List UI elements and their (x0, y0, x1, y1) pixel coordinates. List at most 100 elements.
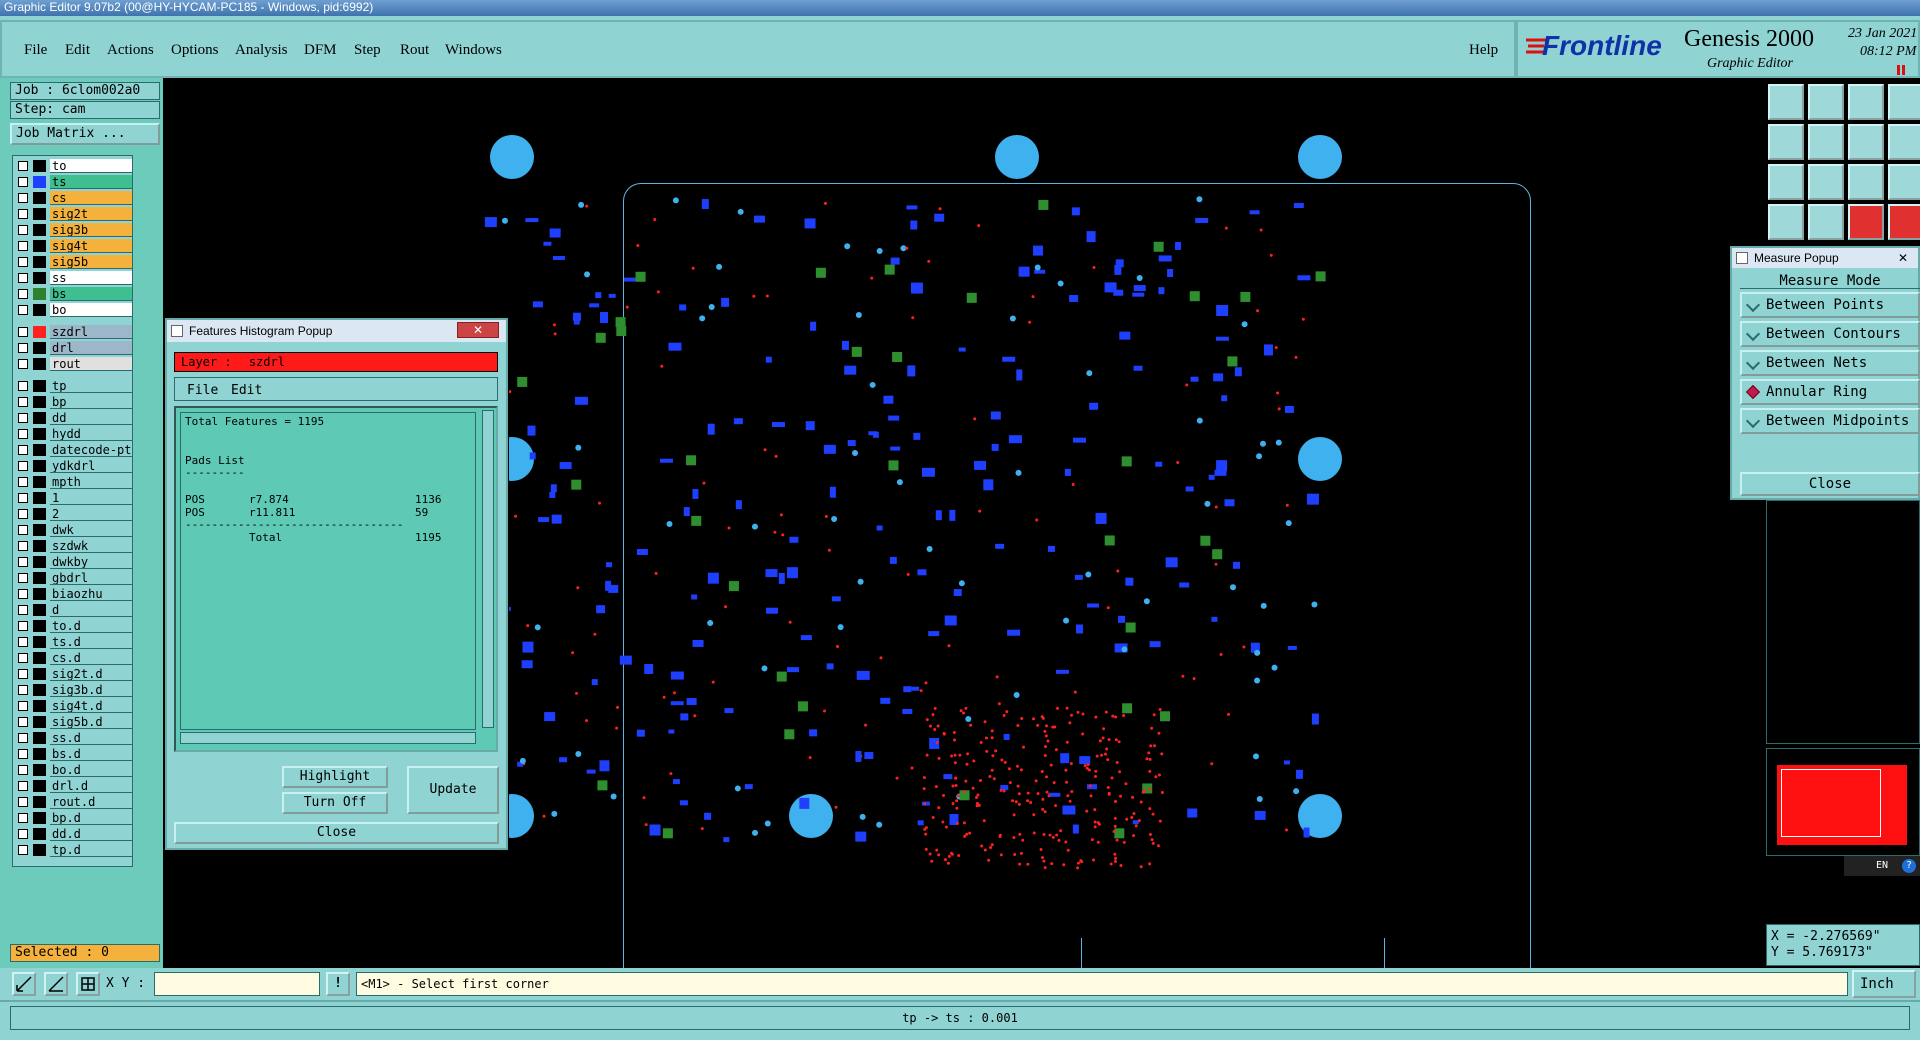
home-icon[interactable] (1848, 84, 1884, 120)
layer-name[interactable]: d (50, 603, 132, 617)
layer-name[interactable]: sig5b.d (50, 715, 132, 729)
zoom-in-icon[interactable] (1888, 124, 1920, 160)
layer-row-datecode-pte[interactable]: datecode-pte (13, 442, 134, 458)
measure-option[interactable]: Between Contours (1740, 321, 1920, 347)
layer-name[interactable]: hydd (50, 427, 132, 441)
layer-name[interactable]: ydkdrl (50, 459, 132, 473)
layer-color-swatch[interactable] (33, 476, 46, 488)
layer-color-swatch[interactable] (33, 240, 46, 252)
layer-checkbox[interactable] (18, 273, 28, 283)
layer-row-bo-d[interactable]: bo.d (13, 762, 134, 778)
layer-row-dd-d[interactable]: dd.d (13, 826, 134, 842)
layer-name[interactable]: bp.d (50, 811, 132, 825)
layer-checkbox[interactable] (18, 525, 28, 535)
layer-name[interactable]: sig2t (50, 207, 132, 221)
layer-checkbox[interactable] (18, 343, 28, 353)
layer-color-swatch[interactable] (33, 176, 46, 188)
zoom-center-icon[interactable] (1808, 164, 1844, 200)
layer-checkbox[interactable] (18, 829, 28, 839)
menu-help[interactable]: Help (1469, 42, 1498, 59)
layer-checkbox[interactable] (18, 327, 28, 337)
layer-color-swatch[interactable] (33, 192, 46, 204)
layer-row-ts[interactable]: ts (13, 174, 134, 190)
highlight-button[interactable]: Highlight (282, 766, 388, 788)
layer-color-swatch[interactable] (33, 412, 46, 424)
layer-row-bs-d[interactable]: bs.d (13, 746, 134, 762)
layer-color-swatch[interactable] (33, 540, 46, 552)
layer-color-swatch[interactable] (33, 524, 46, 536)
layer-color-swatch[interactable] (33, 272, 46, 284)
layer-checkbox[interactable] (18, 209, 28, 219)
layer-name[interactable]: 1 (50, 491, 132, 505)
layer-checkbox[interactable] (18, 289, 28, 299)
warning-icon[interactable]: ! (326, 972, 350, 996)
layer-checkbox[interactable] (18, 573, 28, 583)
layer-name[interactable]: tp.d (50, 843, 132, 857)
measure-option[interactable]: Annular Ring (1740, 379, 1920, 405)
layer-checkbox[interactable] (18, 461, 28, 471)
layer-color-swatch[interactable] (33, 828, 46, 840)
menu-step[interactable]: Step (354, 42, 381, 59)
layer-checkbox[interactable] (18, 701, 28, 711)
layer-row-rout-d[interactable]: rout.d (13, 794, 134, 810)
layer-color-swatch[interactable] (33, 668, 46, 680)
layer-row-ss[interactable]: ss (13, 270, 134, 286)
layer-color-swatch[interactable] (33, 652, 46, 664)
layer-name[interactable]: bo.d (50, 763, 132, 777)
layer-color-swatch[interactable] (33, 716, 46, 728)
layer-name[interactable]: dd (50, 411, 132, 425)
layer-color-swatch[interactable] (33, 342, 46, 354)
language-indicator[interactable]: EN ? (1844, 856, 1920, 876)
layer-name[interactable]: rout.d (50, 795, 132, 809)
menu-windows[interactable]: Windows (445, 42, 502, 59)
layer-row-to-d[interactable]: to.d (13, 618, 134, 634)
grid-display-icon[interactable] (1808, 204, 1844, 240)
layer-name[interactable]: ts.d (50, 635, 132, 649)
layer-name[interactable]: dd.d (50, 827, 132, 841)
menu-dfm[interactable]: DFM (304, 42, 337, 59)
layer-color-swatch[interactable] (33, 684, 46, 696)
layer-row-cs-d[interactable]: cs.d (13, 650, 134, 666)
layer-name[interactable]: drl (50, 341, 132, 355)
pan-right-icon[interactable] (1808, 124, 1844, 160)
close-icon[interactable]: ✕ (457, 322, 499, 338)
layer-checkbox[interactable] (18, 359, 28, 369)
xy-input[interactable] (154, 972, 320, 996)
redraw-icon[interactable] (1848, 124, 1884, 160)
layer-row-sig4t[interactable]: sig4t (13, 238, 134, 254)
layer-name[interactable]: to (50, 159, 132, 173)
layer-checkbox[interactable] (18, 381, 28, 391)
layer-color-swatch[interactable] (33, 796, 46, 808)
layer-color-swatch[interactable] (33, 326, 46, 338)
job-matrix-button[interactable]: Job Matrix ... (10, 123, 160, 145)
layer-color-swatch[interactable] (33, 764, 46, 776)
layer-color-swatch[interactable] (33, 224, 46, 236)
close-icon[interactable]: ✕ (1898, 248, 1908, 268)
layer-color-swatch[interactable] (33, 508, 46, 520)
layer-color-swatch[interactable] (33, 396, 46, 408)
turn-off-button[interactable]: Turn Off (282, 792, 388, 814)
help-icon[interactable]: ? (1902, 859, 1916, 873)
layer-row-dwkby[interactable]: dwkby (13, 554, 134, 570)
layer-checkbox[interactable] (18, 193, 28, 203)
layer-row-cs[interactable]: cs (13, 190, 134, 206)
layer-color-swatch[interactable] (33, 288, 46, 300)
layer-row-sig4t-d[interactable]: sig4t.d (13, 698, 134, 714)
net-highlight-icon[interactable] (1848, 204, 1884, 240)
measure-option[interactable]: Between Nets (1740, 350, 1920, 376)
layer-color-swatch[interactable] (33, 604, 46, 616)
layer-checkbox[interactable] (18, 733, 28, 743)
layer-name[interactable]: sig4t.d (50, 699, 132, 713)
menu-analysis[interactable]: Analysis (235, 42, 288, 59)
layer-color-swatch[interactable] (33, 556, 46, 568)
layer-row-bp-d[interactable]: bp.d (13, 810, 134, 826)
layer-color-swatch[interactable] (33, 492, 46, 504)
layer-row-hydd[interactable]: hydd (13, 426, 134, 442)
zoom-fit-icon[interactable] (1888, 84, 1920, 120)
window-menu-icon[interactable] (171, 325, 183, 337)
layer-checkbox[interactable] (18, 161, 28, 171)
layer-checkbox[interactable] (18, 397, 28, 407)
layer-color-swatch[interactable] (33, 358, 46, 370)
layer-name[interactable]: sig2t.d (50, 667, 132, 681)
layer-checkbox[interactable] (18, 749, 28, 759)
